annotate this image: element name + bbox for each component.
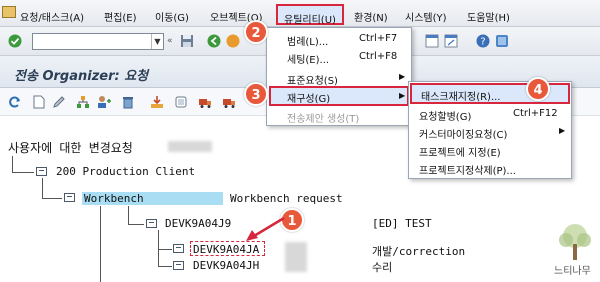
exit-icon[interactable] xyxy=(226,34,240,48)
menu-bar: 요청/태스크(A) 편집(E) 이동(G) 오브젝트(O) 유틸리티(U) 환경… xyxy=(0,0,600,27)
step-badge-2: 2 xyxy=(244,20,268,44)
menu-item-label: 태스크재지정(R)... xyxy=(421,92,501,103)
menu-item-legend[interactable]: 범례(L)... Ctrl+F7 xyxy=(267,30,411,48)
enter-check-icon[interactable] xyxy=(8,34,22,48)
tree-connector xyxy=(42,178,43,198)
folder-icon[interactable] xyxy=(173,261,184,270)
submenu-arrow-icon: ▶ xyxy=(399,72,406,81)
create-icon[interactable] xyxy=(32,95,46,109)
menu-item-shortcut: Ctrl+F8 xyxy=(359,51,398,62)
import-icon[interactable] xyxy=(150,95,164,109)
menu-item-standard-request[interactable]: 표준요청(S) ▶ xyxy=(267,69,411,87)
menu-goto[interactable]: 이동(G) xyxy=(155,9,189,24)
shortcut-icon[interactable] xyxy=(444,34,458,48)
menu-system[interactable]: 시스템(Y) xyxy=(405,9,447,24)
watermark-logo: 느티나무 xyxy=(554,222,596,278)
customize-layout-icon[interactable] xyxy=(495,34,509,48)
menu-item-label: 세팅(E)... xyxy=(287,55,330,66)
menu-item-label: 요청할병(G) xyxy=(419,112,472,123)
refresh-icon[interactable] xyxy=(8,95,22,109)
menu-environment[interactable]: 환경(N) xyxy=(354,9,388,24)
change-icon[interactable] xyxy=(52,95,66,109)
tree-connector xyxy=(128,206,129,224)
tree-workbench-desc: Workbench request xyxy=(230,192,343,205)
tree-connector xyxy=(158,230,159,266)
menu-item-merge-request[interactable]: 요청할병(G) Ctrl+F12 xyxy=(409,105,571,123)
chevron-down-icon[interactable]: ▼ xyxy=(151,34,163,49)
release-task-icon[interactable] xyxy=(222,95,236,109)
redacted-username xyxy=(168,141,212,152)
tree-root-label: 사용자에 대한 변경요청 xyxy=(8,141,133,155)
folder-icon[interactable] xyxy=(146,219,157,228)
watermark-text: 느티나무 xyxy=(554,266,591,277)
menu-item-transport-proposal: 전송제안 생성(T) xyxy=(267,107,411,125)
help-icon[interactable]: ? xyxy=(476,34,490,48)
menu-item-customizing-request[interactable]: 커스터마이징요청(C) ▶ xyxy=(409,123,571,141)
menu-item-label: 재구성(G) xyxy=(287,94,331,105)
menu-utilities[interactable]: 유틸리티(U) xyxy=(276,4,344,26)
menu-item-label: 범례(L)... xyxy=(287,37,329,48)
folder-icon[interactable] xyxy=(64,193,75,202)
tree-request-desc: [ED] TEST xyxy=(372,217,432,230)
save-icon[interactable] xyxy=(180,34,194,48)
tree-connector xyxy=(128,224,144,225)
tree-connector xyxy=(158,249,172,250)
menu-item-shortcut: Ctrl+F12 xyxy=(513,108,558,119)
tree-request-id[interactable]: DEVK9A04J9 xyxy=(165,217,231,230)
svg-text:?: ? xyxy=(480,37,485,48)
delete-icon[interactable] xyxy=(121,95,135,109)
folder-icon[interactable] xyxy=(36,167,47,176)
menu-item-regroup[interactable]: 재구성(G) ▶ xyxy=(269,86,409,106)
tree-connector xyxy=(42,198,62,199)
new-session-icon[interactable] xyxy=(425,34,439,48)
tree-connector xyxy=(100,206,101,282)
menu-item-delete-project-assignment[interactable]: 프로젝트지정삭제(P)... xyxy=(409,159,571,177)
tree-client[interactable]: 200 Production Client xyxy=(56,165,195,178)
tree-task1-id[interactable]: DEVK9A04JA xyxy=(193,243,259,256)
tree-task2-id[interactable]: DEVK9A04JH xyxy=(193,259,259,272)
tree-connector xyxy=(12,156,13,172)
hierarchy-icon[interactable] xyxy=(76,95,90,109)
menu-item-label: 커스터마이징요청(C) xyxy=(419,130,508,141)
tree-connector xyxy=(12,172,34,173)
menu-item-label: 프로젝트지정삭제(P)... xyxy=(419,166,516,177)
tree-logo-icon xyxy=(559,224,591,260)
menu-item-settings[interactable]: 세팅(E)... Ctrl+F8 xyxy=(267,48,411,66)
back-icon[interactable] xyxy=(207,34,221,48)
menu-item-shortcut: Ctrl+F7 xyxy=(359,33,398,44)
step-badge-3: 3 xyxy=(244,82,268,106)
tree-workbench[interactable]: Workbench xyxy=(84,192,144,205)
sap-menu-icon[interactable] xyxy=(2,6,16,18)
menu-help[interactable]: 도움말(H) xyxy=(467,9,510,24)
pointer-arrow-icon xyxy=(246,216,285,241)
folder-icon[interactable] xyxy=(173,244,184,253)
tree-connector xyxy=(158,266,172,267)
tree-task1-desc: 개발/correction xyxy=(372,245,466,258)
command-expand-icon[interactable]: « xyxy=(167,36,173,46)
menu-item-label: 프로젝트에 지정(E) xyxy=(419,148,501,159)
client-icon[interactable] xyxy=(174,95,188,109)
menu-item-label: 전송제안 생성(T) xyxy=(287,114,360,125)
redacted-owner xyxy=(285,242,307,272)
command-field[interactable]: ▼ xyxy=(32,33,164,50)
submenu-arrow-icon: ▶ xyxy=(399,91,406,100)
utilities-menu: 범례(L)... Ctrl+F7 세팅(E)... Ctrl+F8 표준요청(S… xyxy=(266,27,412,126)
tree-task2-desc: 수리 xyxy=(372,261,393,274)
page-title: 전송 Organizer: 요청 xyxy=(14,69,149,84)
submenu-arrow-icon: ▶ xyxy=(559,126,566,135)
menu-request-task[interactable]: 요청/태스크(A) xyxy=(20,9,84,24)
menu-edit[interactable]: 편집(E) xyxy=(104,9,137,24)
menu-item-assign-project[interactable]: 프로젝트에 지정(E) xyxy=(409,141,571,159)
release-truck-icon[interactable] xyxy=(198,95,212,109)
add-user-icon[interactable] xyxy=(97,95,111,109)
step-badge-4: 4 xyxy=(526,77,550,101)
menu-item-label: 표준요청(S) xyxy=(287,76,338,87)
